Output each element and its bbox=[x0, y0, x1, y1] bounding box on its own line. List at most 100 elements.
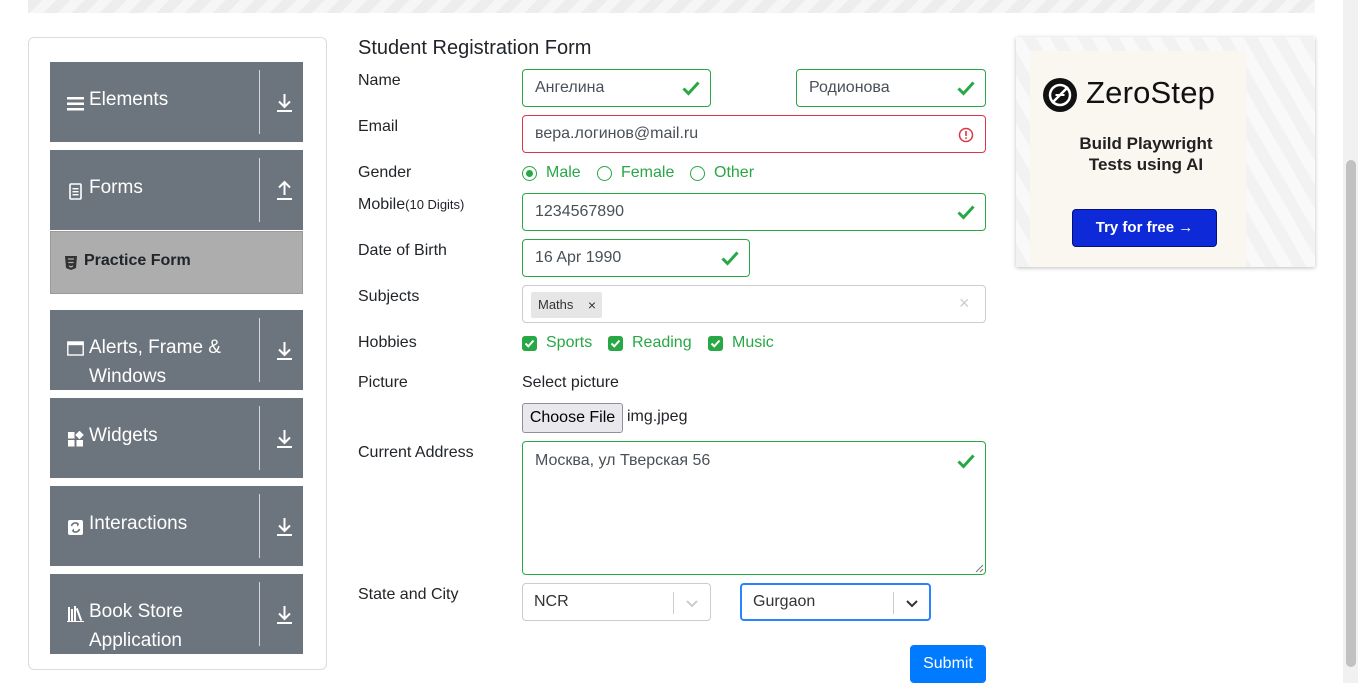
left-sidebar: Elements Forms Practice Form Alerts, Fra… bbox=[28, 37, 327, 670]
subject-chip: Maths × bbox=[531, 292, 602, 318]
radio-label: Female bbox=[621, 164, 675, 181]
checkbox-checked-icon[interactable] bbox=[708, 336, 723, 351]
file-name: img.jpeg bbox=[627, 408, 688, 425]
valid-check-icon bbox=[957, 454, 975, 469]
submit-button[interactable]: Submit bbox=[910, 645, 986, 683]
state-select[interactable]: NCR bbox=[522, 583, 711, 621]
download-arrow-icon[interactable] bbox=[276, 603, 293, 625]
scrollbar-thumb[interactable] bbox=[1346, 160, 1356, 667]
divider bbox=[259, 70, 260, 134]
window-icon bbox=[67, 341, 84, 356]
valid-check-icon bbox=[957, 205, 975, 220]
top-banner-strip bbox=[28, 0, 1315, 13]
download-arrow-icon[interactable] bbox=[276, 339, 293, 361]
mobile-value: 1234567890 bbox=[535, 203, 624, 220]
download-arrow-icon[interactable] bbox=[276, 515, 293, 537]
radio-label: Male bbox=[546, 164, 581, 181]
city-value: Gurgaon bbox=[753, 593, 816, 610]
sidebar-group-label-line2: Application bbox=[89, 630, 182, 651]
name-label: Name bbox=[358, 72, 401, 89]
email-label: Email bbox=[358, 118, 399, 135]
last-name-value: Родионова bbox=[809, 79, 890, 96]
sidebar-group-widgets[interactable]: Widgets bbox=[50, 398, 303, 478]
subject-chip-label: Maths bbox=[538, 297, 574, 312]
sidebar-group-label: Alerts, Frame & bbox=[89, 337, 221, 358]
radio-selected[interactable] bbox=[522, 166, 537, 181]
sidebar-group-forms[interactable]: Forms bbox=[50, 150, 303, 230]
last-name-input[interactable]: Родионова bbox=[796, 69, 986, 107]
ad-tagline-line1: Build Playwright bbox=[1079, 134, 1213, 153]
state-city-label: State and City bbox=[358, 586, 459, 603]
interactions-icon bbox=[68, 520, 83, 535]
sidebar-group-elements[interactable]: Elements bbox=[50, 62, 303, 142]
upload-arrow-icon[interactable] bbox=[276, 179, 293, 201]
hobbies-label: Hobbies bbox=[358, 334, 417, 351]
mobile-input[interactable]: 1234567890 bbox=[522, 193, 986, 231]
resize-handle-icon[interactable] bbox=[974, 563, 984, 573]
mobile-hint: (10 Digits) bbox=[405, 197, 465, 212]
select-picture-label: Select picture bbox=[522, 374, 619, 391]
email-input[interactable]: вера.логинов@mail.ru bbox=[522, 115, 986, 153]
radio-label: Other bbox=[714, 164, 755, 181]
remove-subject-icon[interactable]: × bbox=[588, 292, 596, 318]
checkbox-checked-icon[interactable] bbox=[522, 336, 537, 351]
dob-label: Date of Birth bbox=[358, 242, 447, 259]
sidebar-group-label: Forms bbox=[89, 177, 143, 198]
widgets-icon bbox=[68, 431, 84, 447]
bookstore-icon bbox=[67, 606, 84, 622]
first-name-input[interactable]: Ангелина bbox=[522, 69, 711, 107]
hamburger-icon bbox=[67, 97, 84, 111]
first-name-value: Ангелина bbox=[535, 79, 605, 96]
picture-label: Picture bbox=[358, 374, 408, 391]
chevron-down-icon[interactable] bbox=[684, 596, 700, 610]
radio-unselected[interactable] bbox=[597, 166, 612, 181]
error-icon bbox=[958, 127, 974, 143]
divider bbox=[259, 318, 260, 382]
ad-brand-name: ZeroStep bbox=[1086, 75, 1216, 110]
subjects-label: Subjects bbox=[358, 288, 420, 305]
download-arrow-icon[interactable] bbox=[276, 91, 293, 113]
divider bbox=[259, 494, 260, 558]
sidebar-group-alerts[interactable]: Alerts, Frame & Windows bbox=[50, 310, 303, 390]
clear-subjects-icon[interactable]: × bbox=[959, 293, 970, 314]
divider bbox=[259, 406, 260, 470]
radio-unselected[interactable] bbox=[690, 166, 705, 181]
current-address-label: Current Address bbox=[358, 444, 474, 461]
checkbox-checked-icon[interactable] bbox=[608, 336, 623, 351]
sidebar-item-practice-form[interactable]: Practice Form bbox=[50, 231, 303, 294]
mobile-label: Mobile(10 Digits) bbox=[358, 196, 464, 214]
sidebar-group-interactions[interactable]: Interactions bbox=[50, 486, 303, 566]
dob-value: 16 Apr 1990 bbox=[535, 249, 622, 266]
zerostep-ad[interactable]: ZeroStep Build Playwright Tests using AI… bbox=[1016, 37, 1315, 267]
download-arrow-icon[interactable] bbox=[276, 427, 293, 449]
state-value: NCR bbox=[534, 593, 569, 610]
sidebar-group-label: Elements bbox=[89, 89, 169, 110]
form-title: Student Registration Form bbox=[358, 37, 592, 59]
sidebar-group-label: Widgets bbox=[89, 425, 158, 446]
divider bbox=[259, 158, 260, 222]
valid-check-icon bbox=[721, 251, 739, 266]
checkbox-label: Sports bbox=[546, 334, 593, 351]
chevron-down-icon[interactable] bbox=[904, 596, 920, 610]
mobile-label-text: Mobile bbox=[358, 196, 406, 213]
divider bbox=[893, 592, 894, 614]
sidebar-group-label-line2: Windows bbox=[89, 366, 167, 387]
current-address-textarea[interactable]: Москва, ул Тверская 56 bbox=[522, 441, 986, 575]
valid-check-icon bbox=[682, 81, 700, 96]
city-select[interactable]: Gurgaon bbox=[740, 583, 931, 621]
divider bbox=[259, 582, 260, 646]
dob-input[interactable]: 16 Apr 1990 bbox=[522, 239, 750, 277]
ad-card: ZeroStep Build Playwright Tests using AI… bbox=[1030, 51, 1246, 267]
document-icon bbox=[69, 183, 82, 200]
sidebar-group-label: Interactions bbox=[89, 513, 188, 534]
ad-tagline: Build Playwright Tests using AI bbox=[1030, 133, 1262, 175]
try-for-free-button[interactable]: Try for free → bbox=[1072, 209, 1217, 247]
valid-check-icon bbox=[957, 81, 975, 96]
choose-file-button[interactable]: Choose File bbox=[522, 403, 623, 433]
sidebar-item-label: Practice Form bbox=[84, 252, 191, 269]
sidebar-group-book-store[interactable]: Book Store Application bbox=[50, 574, 303, 654]
zerostep-logo-icon bbox=[1043, 78, 1077, 112]
subjects-input[interactable]: Maths × × bbox=[522, 285, 986, 323]
email-value: вера.логинов@mail.ru bbox=[535, 125, 699, 142]
ad-tagline-line2: Tests using AI bbox=[1088, 155, 1204, 174]
